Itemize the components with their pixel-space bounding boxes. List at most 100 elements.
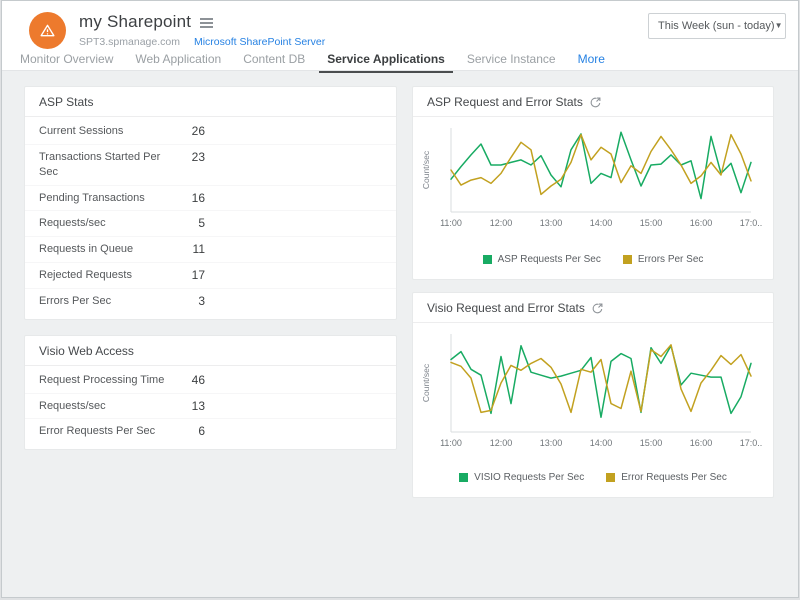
legend-swatch [459,473,468,482]
series-line [451,345,751,413]
stat-label: Transactions Started Per Sec [39,150,171,180]
stat-label: Rejected Requests [39,268,171,283]
stat-label: Pending Transactions [39,191,171,206]
chart-canvas[interactable]: Count/sec 11:00 12:00 13:00 14:00 15:00 16:00 1… [419,121,767,233]
x-tick: 13:00 [540,438,563,448]
stat-row: Current Sessions26 [25,119,396,145]
tab-service-instance[interactable]: Service Instance [459,52,564,73]
x-tick: 14:00 [590,218,613,228]
x-tick: 12:00 [490,438,513,448]
legend-item[interactable]: ASP Requests Per Sec [483,254,601,265]
stat-row: Requests/sec13 [25,394,396,420]
asp-chart-panel: ASP Request and Error Stats Count/sec 11:… [412,86,774,280]
legend-item[interactable]: Error Requests Per Sec [606,472,727,483]
stat-value: 23 [171,150,205,164]
stat-label: Requests/sec [39,216,171,231]
x-tick: 14:00 [590,438,613,448]
stat-value: 6 [171,424,205,438]
legend-item[interactable]: Errors Per Sec [623,254,704,265]
legend-label: Errors Per Sec [638,254,704,265]
stat-value: 46 [171,373,205,387]
series-line [451,346,751,418]
panel-title: ASP Stats [39,95,93,109]
x-tick: 12:00 [490,218,513,228]
stat-value: 26 [171,124,205,138]
stat-label: Requests/sec [39,399,171,414]
stat-value: 16 [171,191,205,205]
x-tick: 15:00 [640,438,663,448]
stat-value: 13 [171,399,205,413]
chart-title: Visio Request and Error Stats [427,301,585,315]
stat-row: Requests/sec5 [25,211,396,237]
monitor-type-link[interactable]: Microsoft SharePoint Server [194,36,325,48]
chart-area: Count/sec 11:00 12:00 13:00 14:00 15:00 16:00 1… [413,117,773,238]
legend-swatch [483,255,492,264]
stat-label: Requests in Queue [39,242,171,257]
x-tick: 11:00 [440,438,462,448]
tab-bar: Monitor Overview Web Application Content D… [2,49,798,73]
tab-web-application[interactable]: Web Application [127,52,229,73]
content-area: ASP Stats Current Sessions26Transactions… [2,71,798,498]
x-tick: 16:00 [690,438,713,448]
legend-label: ASP Requests Per Sec [498,254,601,265]
stat-value: 5 [171,216,205,230]
stat-label: Request Processing Time [39,373,171,388]
monitor-logo [29,12,66,49]
x-tick: 11:00 [440,218,462,228]
tab-monitor-overview[interactable]: Monitor Overview [12,52,121,73]
chart-area: Count/sec 11:00 12:00 13:00 14:00 15:00 16:00 1… [413,323,773,458]
header: my Sharepoint SPT3.spmanage.com Microsof… [2,1,798,71]
chart-legend: VISIO Requests Per Sec Error Requests Per… [413,458,773,497]
stat-row: Errors Per Sec3 [25,289,396,314]
visio-web-access-panel: Visio Web Access Request Processing Time… [24,335,397,451]
legend-label: Error Requests Per Sec [621,472,727,483]
stat-label: Current Sessions [39,124,171,139]
series-line [451,132,751,198]
time-range-select[interactable]: This Week (sun - today) ▼ [648,13,786,39]
stat-row: Transactions Started Per Sec23 [25,145,396,186]
asp-stats-panel: ASP Stats Current Sessions26Transactions… [24,86,397,320]
tab-more[interactable]: More [570,52,613,73]
left-column: ASP Stats Current Sessions26Transactions… [24,86,397,498]
external-link-icon[interactable] [590,97,601,108]
legend-item[interactable]: VISIO Requests Per Sec [459,472,584,483]
x-tick: 16:00 [690,218,713,228]
stat-row: Error Requests Per Sec6 [25,419,396,444]
stat-row: Pending Transactions16 [25,186,396,212]
external-link-icon[interactable] [592,303,603,314]
legend-swatch [606,473,615,482]
visio-chart-panel: Visio Request and Error Stats Count/sec 1… [412,292,774,498]
stat-row: Request Processing Time46 [25,368,396,394]
stat-label: Error Requests Per Sec [39,424,171,439]
warning-triangle-icon [38,21,57,40]
stat-label: Errors Per Sec [39,294,171,309]
x-tick: 17:0.. [740,218,763,228]
stat-rows: Request Processing Time46Requests/sec13E… [25,366,396,450]
page-title: my Sharepoint [79,12,191,32]
stat-value: 11 [171,242,205,256]
x-tick: 17:0.. [740,438,763,448]
stat-row: Requests in Queue11 [25,237,396,263]
monitor-host: SPT3.spmanage.com [79,36,180,48]
right-column: ASP Request and Error Stats Count/sec 11:… [412,86,774,498]
hamburger-menu-icon[interactable] [200,16,213,28]
stat-value: 17 [171,268,205,282]
time-range-value: This Week (sun - today) [658,20,775,32]
chart-canvas[interactable]: Count/sec 11:00 12:00 13:00 14:00 15:00 16:00 1… [419,327,767,453]
stat-value: 3 [171,294,205,308]
stat-row: Rejected Requests17 [25,263,396,289]
chart-legend: ASP Requests Per Sec Errors Per Sec [413,238,773,279]
tab-content-db[interactable]: Content DB [235,52,313,73]
stat-rows: Current Sessions26Transactions Started P… [25,117,396,319]
y-axis-label: Count/sec [421,363,431,402]
chevron-down-icon: ▼ [775,22,783,30]
panel-title: Visio Web Access [39,344,134,358]
tab-service-applications[interactable]: Service Applications [319,52,453,73]
y-axis-label: Count/sec [421,150,431,189]
legend-label: VISIO Requests Per Sec [474,472,584,483]
legend-swatch [623,255,632,264]
app-window: my Sharepoint SPT3.spmanage.com Microsof… [1,0,799,598]
x-tick: 13:00 [540,218,563,228]
x-tick: 15:00 [640,218,663,228]
chart-title: ASP Request and Error Stats [427,95,583,109]
